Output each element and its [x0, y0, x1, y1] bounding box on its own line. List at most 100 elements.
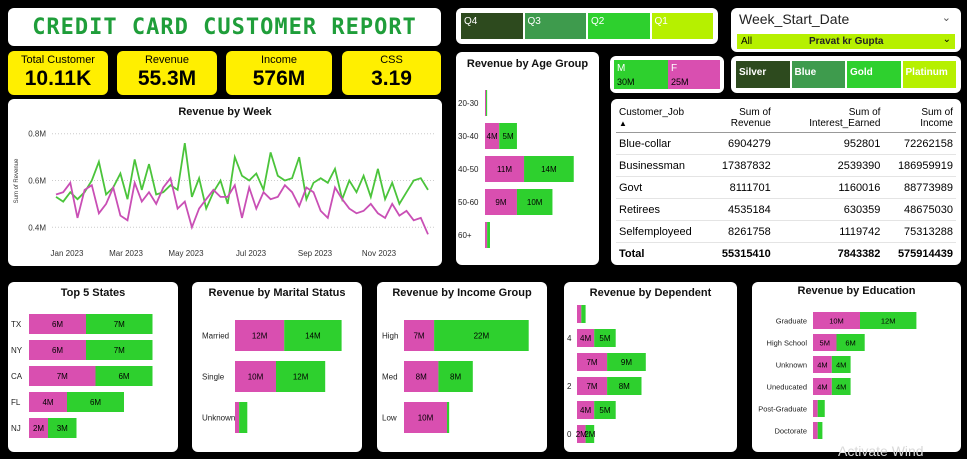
bar-female: [813, 422, 818, 439]
date-dropdown[interactable]: All Pravat kr Gupta ⌄: [737, 34, 955, 49]
data-label: 4M: [580, 334, 591, 343]
data-label: 5M: [503, 132, 514, 141]
kpi-total-customer: Total Customer 10.11K: [8, 51, 108, 95]
chart-title: Revenue by Education: [797, 285, 916, 297]
revenue-by-dependent-chart: 4 4M 5M7M 9M2 7M 8M4M 5M0 2M2M: [567, 305, 646, 443]
gender-m-value: 30M: [617, 77, 635, 87]
bar-male: [239, 402, 248, 433]
bar-male: [817, 422, 823, 439]
card-blue-button[interactable]: Blue: [790, 60, 846, 89]
quarter-q2-button[interactable]: Q2: [587, 12, 651, 40]
kpi-revenue: Revenue 55.3M: [117, 51, 217, 95]
revenue-by-age-chart: 20-30 30-40 4M 5M 40-50 11M 14M 50-60 9M 10M 60+: [458, 90, 574, 248]
kpi-label: Revenue: [144, 54, 190, 66]
table-row: Blue-collar 6904279 952801 72262158: [616, 132, 956, 155]
data-label: 4M: [42, 398, 53, 407]
gender-m-button[interactable]: M 30M: [614, 60, 668, 89]
category-label: High School: [767, 339, 808, 348]
category-label: TX: [11, 320, 22, 329]
category-label: Med: [382, 373, 398, 382]
dropdown-chevron-icon[interactable]: ⌄: [943, 34, 951, 45]
data-label: 6M: [52, 320, 63, 329]
y-tick-label: 0.8M: [28, 130, 46, 139]
data-label: 6M: [52, 346, 63, 355]
chart-title: Revenue by Dependent: [589, 287, 712, 299]
data-label: 12M: [293, 373, 309, 382]
data-label: 7M: [586, 358, 597, 367]
y-tick-label: 0.4M: [28, 223, 46, 232]
gender-m-label: M: [617, 63, 626, 74]
revenue-by-income-chart: High 7M 22M Med 8M 8M Low 10M: [382, 320, 529, 433]
chart-title: Top 5 States: [60, 287, 126, 299]
data-label: 7M: [586, 382, 597, 391]
category-label: 0: [567, 430, 572, 439]
data-label: 4M: [836, 361, 846, 370]
data-label: 10M: [248, 373, 264, 382]
data-label: 14M: [305, 332, 321, 341]
bar-male: [581, 305, 586, 323]
quarter-q1-button[interactable]: Q1: [650, 12, 714, 40]
kpi-value: 3.19: [371, 67, 412, 90]
card-platinum-button[interactable]: Platinum: [901, 60, 957, 89]
data-label: 6M: [118, 372, 129, 381]
category-label: 20-30: [458, 99, 479, 108]
x-tick-label: Mar 2023: [109, 249, 143, 258]
report-title-card: CREDIT CARD CUSTOMER REPORT: [8, 8, 441, 46]
revenue-by-week-card: Revenue by Week 0.4M 0.6M 0.8M Sum of Reven…: [8, 99, 442, 266]
revenue-by-marital-chart: Married 12M 14M Single 10M 12M Unknown: [202, 320, 342, 433]
revenue-by-dependent-card: Revenue by Dependent 4 4M 5M 7M 9M 2 7M 8M 4M 5M 0…: [564, 282, 737, 452]
category-label: CA: [11, 372, 23, 381]
data-label: 4M: [836, 383, 846, 392]
data-label: 10M: [418, 414, 434, 423]
gender-f-label: F: [671, 63, 678, 74]
revenue-by-age-card: Revenue by Age Group 20-30 30-40 4M 5M 40-50…: [456, 52, 599, 265]
data-label: 6M: [90, 398, 101, 407]
kpi-label: Total Customer: [21, 54, 95, 66]
bar-female: [485, 90, 487, 116]
category-label: 30-40: [458, 132, 479, 141]
kpi-label: Income: [260, 54, 298, 66]
x-tick-label: May 2023: [168, 249, 204, 258]
category-label: Uneducated: [767, 383, 807, 392]
revenue-by-education-card: Revenue by Education Graduate 10M 12M High …: [752, 282, 961, 452]
card-silver-button[interactable]: Silver: [735, 60, 791, 89]
data-label: 10M: [829, 317, 844, 326]
category-label: 50-60: [458, 198, 479, 207]
category-label: Post-Graduate: [758, 405, 807, 414]
column-header[interactable]: Sum of Income: [883, 99, 956, 133]
dropdown-selected: All: [741, 36, 753, 47]
kpi-value: 10.11K: [24, 67, 92, 90]
category-label: Single: [202, 373, 225, 382]
chevron-down-icon[interactable]: ⌄: [942, 11, 951, 24]
author-label: Pravat kr Gupta: [809, 36, 884, 47]
week-start-date-slicer: Week_Start_Date ⌄ All Pravat kr Gupta ⌄: [731, 8, 961, 52]
chart-title: Revenue by Marital Status: [208, 287, 346, 299]
x-tick-label: Jan 2023: [51, 249, 84, 258]
category-label: 2: [567, 382, 572, 391]
category-label: NJ: [11, 424, 21, 433]
column-header[interactable]: Sum of Revenue: [694, 99, 774, 133]
y-axis-label: Sum of Revenue: [14, 158, 20, 203]
category-label: Graduate: [776, 317, 807, 326]
card-gold-button[interactable]: Gold: [846, 60, 902, 89]
category-label: FL: [11, 398, 21, 407]
data-label: 7M: [57, 372, 68, 381]
chart-title: Revenue by Age Group: [466, 58, 589, 70]
kpi-income: Income 576M: [226, 51, 332, 95]
x-tick-label: Jul 2023: [236, 249, 267, 258]
data-label: 3M: [57, 424, 68, 433]
data-label: 9M: [621, 358, 632, 367]
bar-male: [817, 400, 825, 417]
top-5-states-card: Top 5 States TX 6M 7M NY 6M 7M CA 7M 6M FL 4M 6M NJ 2…: [8, 282, 178, 452]
quarter-q4-button[interactable]: Q4: [460, 12, 524, 40]
data-label: 7M: [114, 346, 125, 355]
gender-f-button[interactable]: F 25M: [668, 60, 720, 89]
quarter-q3-button[interactable]: Q3: [523, 12, 587, 40]
data-label: 7M: [413, 332, 424, 341]
chart-title: Revenue by Income Group: [392, 287, 532, 299]
column-header[interactable]: Sum of Interest_Earned: [773, 99, 884, 133]
column-header[interactable]: Customer_Job ▲: [616, 99, 695, 133]
data-label: 22M: [474, 332, 490, 341]
bar-male: [447, 402, 450, 433]
revenue-by-education-chart: Graduate 10M 12M High School 5M 6M Unknown 4M 4M…: [758, 312, 917, 439]
